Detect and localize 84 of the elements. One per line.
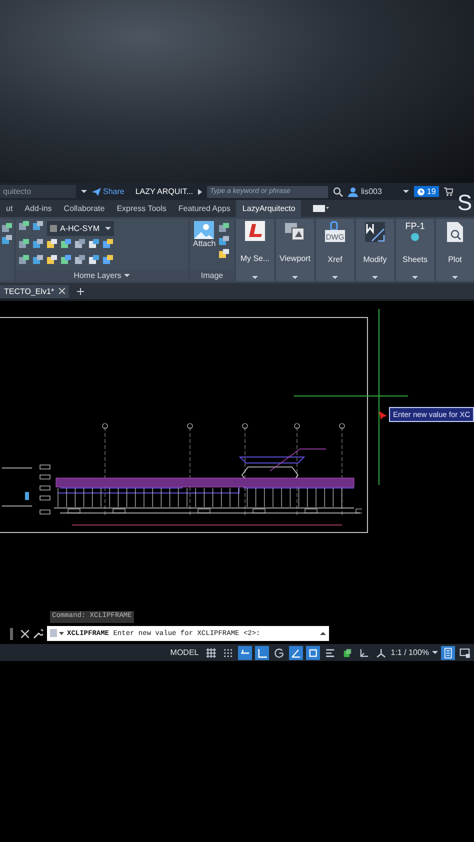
- layer-tool-icon[interactable]: [218, 249, 229, 258]
- caret-icon[interactable]: [372, 276, 378, 279]
- layer-dropdown[interactable]: A-HC-SYM: [47, 221, 114, 236]
- screen-toggle[interactable]: [458, 646, 472, 660]
- caret-icon[interactable]: [452, 276, 458, 279]
- osnap-toggle[interactable]: [306, 646, 320, 660]
- ribbon-tool-button[interactable]: Modify: [356, 219, 394, 281]
- layer-tool-icon[interactable]: [19, 239, 29, 248]
- image-icon: [194, 221, 214, 239]
- caret-icon[interactable]: [124, 274, 130, 277]
- layer-tool-icon[interactable]: [47, 239, 57, 248]
- layer-tool-icon[interactable]: [89, 239, 99, 248]
- color-swatch-icon: [50, 225, 57, 232]
- layer-tool-icon[interactable]: [103, 239, 113, 248]
- command-menu-icon[interactable]: [50, 629, 64, 638]
- ribbon-tool-button[interactable]: Viewport: [276, 219, 314, 281]
- clock-icon: [416, 188, 425, 196]
- ribbon-tab[interactable]: ut: [0, 200, 19, 217]
- paper-plane-icon: [92, 188, 101, 196]
- caret-icon: [198, 188, 202, 194]
- close-icon[interactable]: [21, 630, 29, 638]
- caret-icon[interactable]: [412, 276, 418, 279]
- cursor-icon: [379, 411, 387, 420]
- isodraft-toggle[interactable]: [288, 646, 303, 660]
- polar-toggle[interactable]: [272, 646, 286, 660]
- layer-tool-icon[interactable]: [33, 255, 43, 264]
- ribbon-tool-button[interactable]: My Se...: [236, 219, 274, 281]
- customize-toggle[interactable]: [441, 646, 455, 660]
- attach-button[interactable]: Attach: [193, 221, 216, 268]
- ribbon-tab[interactable]: Add-ins: [18, 200, 58, 217]
- grid-toggle[interactable]: [204, 646, 218, 660]
- panel-toggle-icon[interactable]: [313, 205, 330, 212]
- ribbon-tab[interactable]: LazyArquitecto: [236, 200, 302, 217]
- infer-toggle[interactable]: [238, 646, 252, 660]
- cart-icon[interactable]: [444, 187, 453, 196]
- caret-icon[interactable]: [81, 190, 87, 193]
- modify-icon: [364, 221, 386, 243]
- caret-icon[interactable]: [320, 632, 326, 635]
- panel-label: Image: [190, 270, 234, 281]
- layer-tool-icon[interactable]: [47, 255, 57, 264]
- share-button[interactable]: Share: [92, 187, 124, 196]
- notification-button[interactable]: 19: [414, 186, 439, 197]
- caret-icon[interactable]: [105, 227, 111, 230]
- layer-tool-icon[interactable]: [2, 223, 12, 232]
- plot-icon: [445, 221, 465, 243]
- layer-tool-icon[interactable]: [33, 239, 43, 248]
- caret-icon[interactable]: [292, 276, 298, 279]
- ribbon-tab[interactable]: Featured Apps: [172, 200, 236, 217]
- caret-icon[interactable]: [332, 276, 338, 279]
- panel-label[interactable]: Home Layers: [16, 270, 188, 281]
- viewport-icon: [284, 221, 306, 241]
- close-icon[interactable]: [59, 288, 66, 294]
- workspace-dropdown[interactable]: quitecto: [0, 185, 76, 198]
- layer-tool-icon[interactable]: [61, 255, 71, 264]
- annotation-scale[interactable]: 1:1 / 100%: [390, 648, 429, 657]
- caret-icon[interactable]: [432, 651, 438, 654]
- ribbon-tool-button[interactable]: Plot: [436, 219, 474, 281]
- user-name[interactable]: lis003: [361, 187, 382, 196]
- ortho-toggle[interactable]: [254, 646, 269, 660]
- layer-tool-icon[interactable]: [61, 239, 71, 248]
- user-icon[interactable]: [348, 186, 358, 196]
- logo-icon: [245, 221, 265, 241]
- file-title: LAZY ARQUIT...: [135, 187, 194, 196]
- search-icon[interactable]: [333, 186, 344, 196]
- layer-tool-icon[interactable]: [75, 255, 85, 264]
- layer-tool-icon[interactable]: [2, 235, 12, 244]
- layer-tool-icon[interactable]: [19, 255, 29, 264]
- caret-icon[interactable]: [402, 190, 409, 193]
- model-tab[interactable]: MODEL: [168, 648, 201, 657]
- ribbon-tool-button[interactable]: FP-1 Sheets: [396, 219, 434, 281]
- ribbon-tab[interactable]: Express Tools: [110, 200, 172, 217]
- file-tab[interactable]: TECTO_Elv1*: [0, 284, 70, 298]
- layer-tool-icon[interactable]: [218, 223, 229, 232]
- layer-tool-icon[interactable]: [103, 255, 113, 264]
- layer-tool-icon[interactable]: [19, 221, 29, 230]
- app-title: S: [457, 190, 472, 216]
- layer-tool-icon[interactable]: [89, 255, 99, 264]
- layer-tool-icon[interactable]: [75, 239, 85, 248]
- layer-tool-icon[interactable]: [33, 221, 43, 230]
- caret-icon[interactable]: [252, 276, 258, 279]
- plus-icon[interactable]: [77, 288, 84, 294]
- wrench-icon[interactable]: [33, 628, 43, 638]
- ribbon-tab[interactable]: Collaborate: [58, 200, 111, 217]
- layer-tool-icon[interactable]: [218, 236, 229, 245]
